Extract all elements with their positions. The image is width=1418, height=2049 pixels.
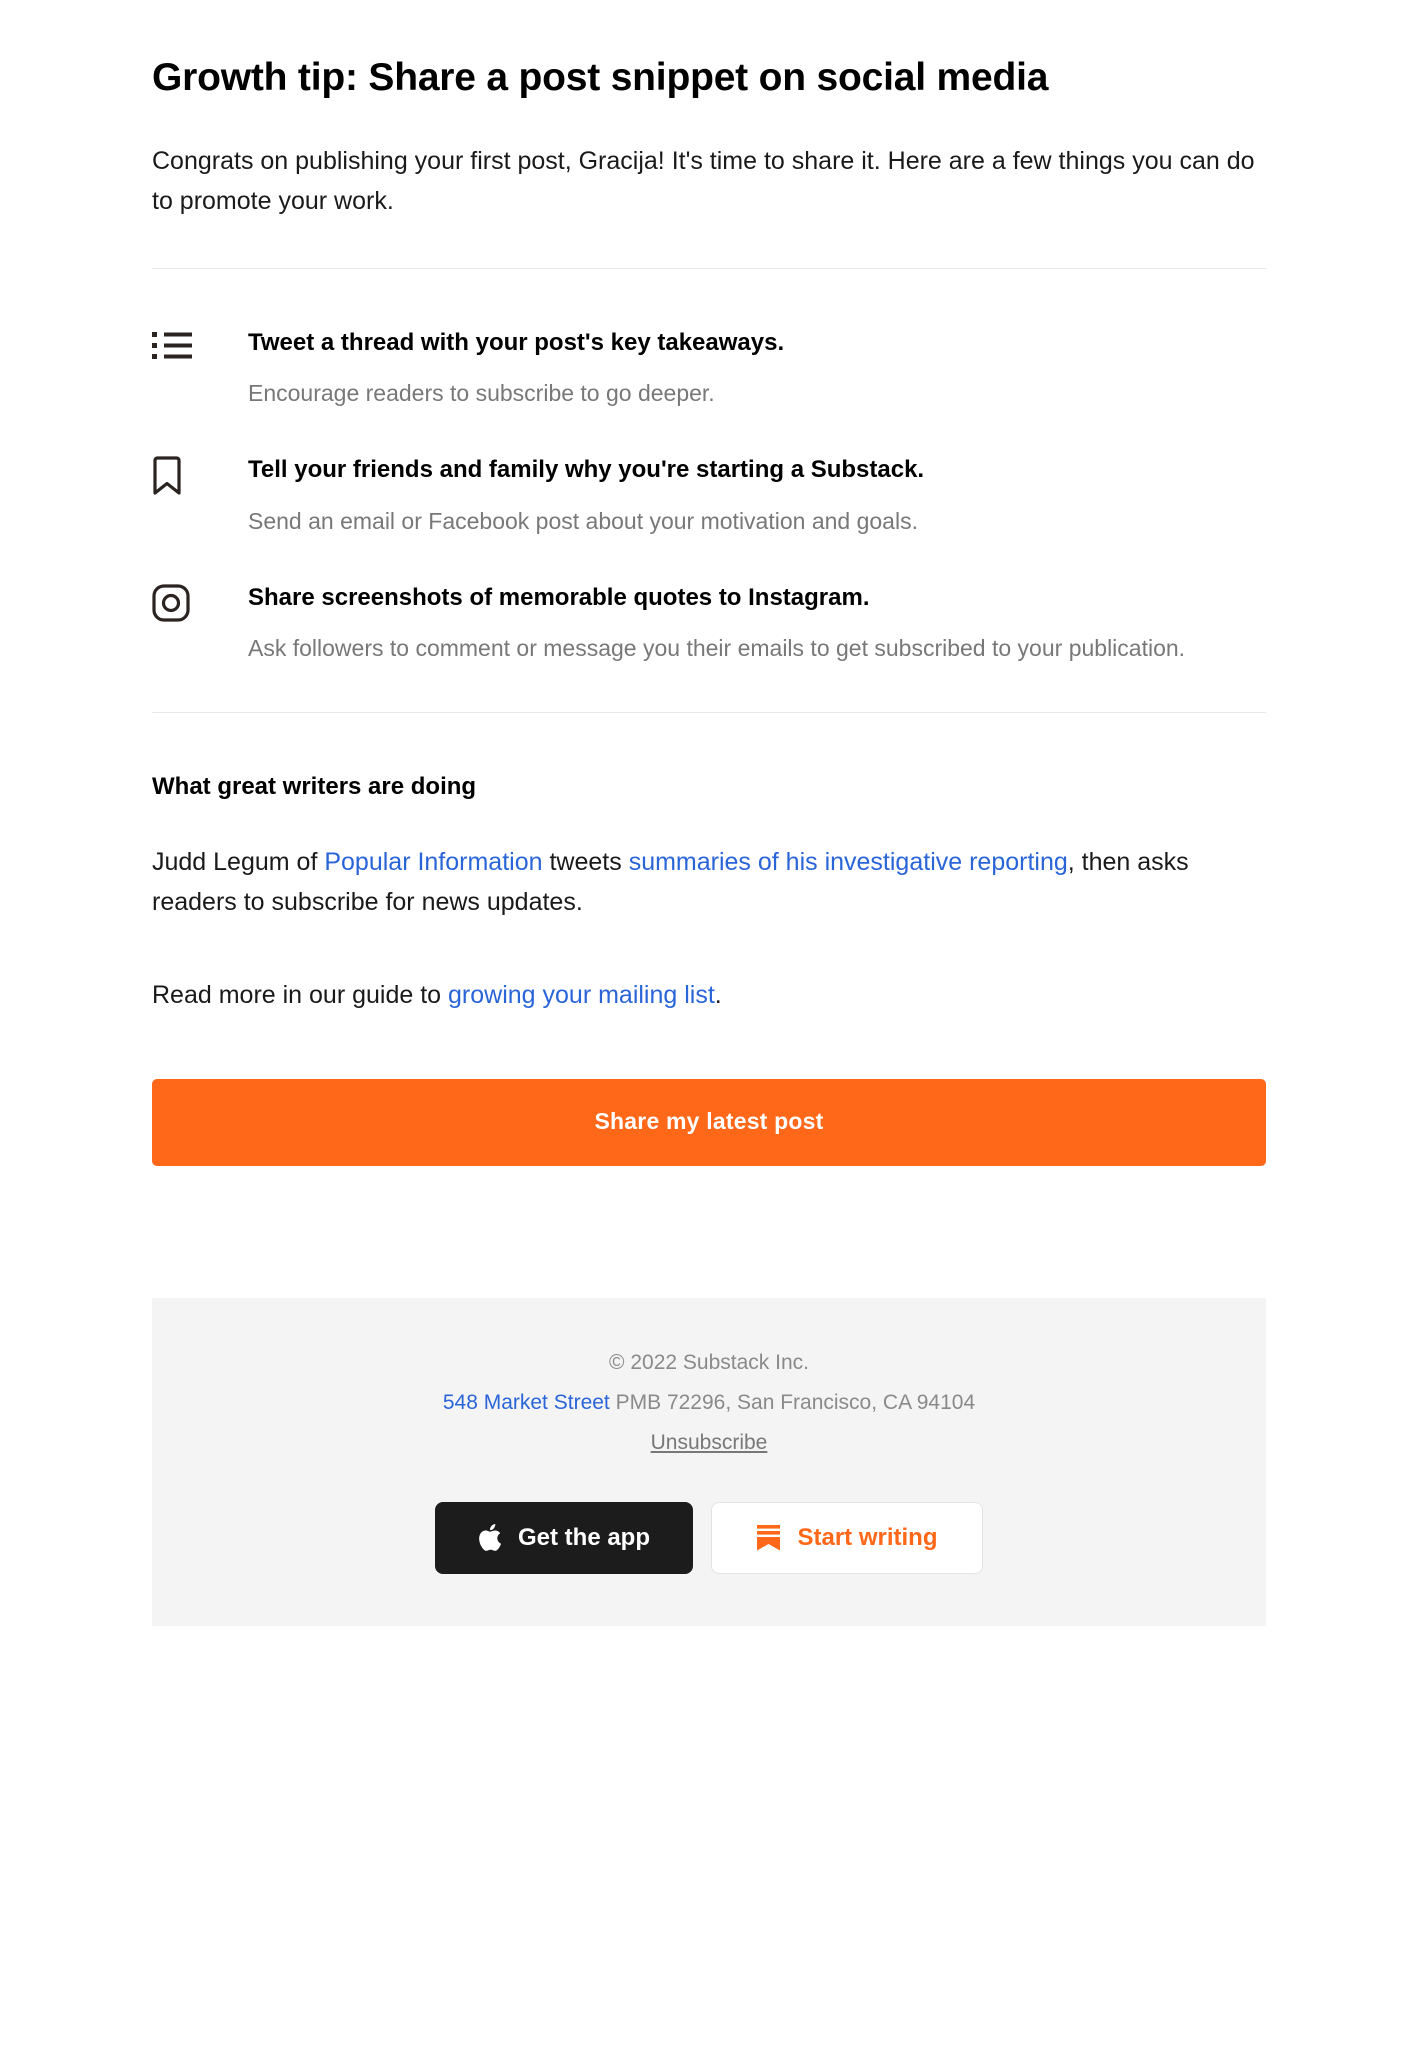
writers-paragraph-2: Read more in our guide to growing your m… bbox=[152, 975, 1266, 1016]
instagram-camera-icon bbox=[152, 582, 196, 624]
email-content: Growth tip: Share a post snippet on soci… bbox=[152, 0, 1266, 1166]
cta-section: Share my latest post bbox=[152, 1015, 1266, 1166]
tip-title: Tweet a thread with your post's key take… bbox=[248, 328, 785, 356]
text-fragment: . bbox=[714, 980, 722, 1009]
share-my-latest-post-button[interactable]: Share my latest post bbox=[152, 1079, 1266, 1166]
tip-description: Ask followers to comment or message you … bbox=[248, 635, 1186, 662]
section-heading: What great writers are doing bbox=[152, 772, 477, 800]
start-writing-button[interactable]: Start writing bbox=[711, 1501, 983, 1574]
tip-description: Encourage readers to subscribe to go dee… bbox=[248, 380, 715, 407]
text-fragment: Read more in our guide to bbox=[152, 980, 449, 1009]
text-fragment: Judd Legum of bbox=[152, 847, 325, 876]
footer-spacer bbox=[0, 1166, 1418, 1298]
text-fragment: tweets bbox=[542, 847, 629, 876]
list-item-body: Tell your friends and family why you're … bbox=[248, 454, 1266, 540]
popular-information-link[interactable]: Popular Information bbox=[324, 848, 542, 876]
address-link[interactable]: 548 Market Street bbox=[443, 1391, 610, 1414]
list-item-body: Share screenshots of memorable quotes to… bbox=[248, 582, 1266, 668]
apple-logo-icon bbox=[478, 1523, 502, 1552]
address-rest: PMB 72296, San Francisco, CA 94104 bbox=[609, 1390, 976, 1414]
investigative-reporting-link[interactable]: summaries of his investigative reporting bbox=[629, 848, 1068, 876]
get-the-app-label: Get the app bbox=[517, 1523, 650, 1551]
writers-paragraph-1: Judd Legum of Popular Information tweets… bbox=[152, 842, 1266, 923]
start-writing-label: Start writing bbox=[797, 1523, 938, 1551]
intro-paragraph: Congrats on publishing your first post, … bbox=[152, 146, 1255, 216]
email-body: Growth tip: Share a post snippet on soci… bbox=[0, 0, 1418, 1626]
tip-title: Share screenshots of memorable quotes to… bbox=[248, 584, 870, 612]
get-the-app-button[interactable]: Get the app bbox=[435, 1501, 693, 1574]
page-title: Growth tip: Share a post snippet on soci… bbox=[152, 56, 1049, 99]
writers-section: What great writers are doing Judd Legum … bbox=[152, 713, 1266, 1016]
list-item: Share screenshots of memorable quotes to… bbox=[152, 582, 1266, 668]
unsubscribe-link[interactable]: Unsubscribe bbox=[651, 1431, 768, 1454]
bookmark-icon bbox=[152, 454, 196, 496]
tips-list: Tweet a thread with your post's key take… bbox=[152, 269, 1266, 712]
email-footer: © 2022 Substack Inc. 548 Market Street P… bbox=[152, 1297, 1266, 1626]
substack-logo-icon bbox=[756, 1523, 781, 1552]
tip-description: Send an email or Facebook post about you… bbox=[248, 507, 918, 534]
list-item-body: Tweet a thread with your post's key take… bbox=[248, 327, 1266, 413]
list-icon bbox=[152, 327, 196, 369]
address-line: 548 Market Street PMB 72296, San Francis… bbox=[152, 1386, 1266, 1420]
tip-title: Tell your friends and family why you're … bbox=[248, 456, 925, 484]
app-buttons-row: Get the app Start writing bbox=[152, 1501, 1266, 1574]
unsubscribe-line: Unsubscribe bbox=[152, 1426, 1266, 1460]
list-item: Tell your friends and family why you're … bbox=[152, 454, 1266, 540]
copyright-text: © 2022 Substack Inc. bbox=[609, 1350, 809, 1374]
list-item: Tweet a thread with your post's key take… bbox=[152, 327, 1266, 413]
mailing-list-guide-link[interactable]: growing your mailing list bbox=[448, 981, 715, 1009]
